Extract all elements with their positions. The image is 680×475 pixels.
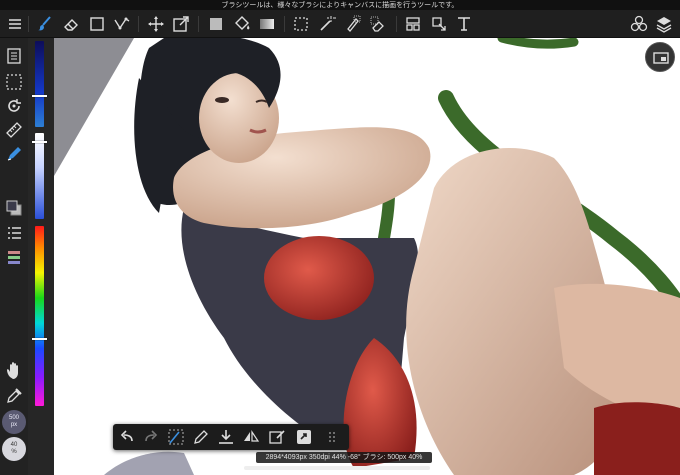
saturation-slider[interactable] bbox=[32, 133, 47, 219]
select-eraser-icon[interactable] bbox=[369, 15, 387, 33]
flip-icon[interactable] bbox=[242, 428, 260, 446]
page-icon[interactable] bbox=[4, 46, 24, 66]
medibang-app: ブラシツールは、様々なブラシによりキャンバスに描画を行うツールです。 500 p… bbox=[0, 0, 680, 475]
fill-color-icon[interactable] bbox=[207, 15, 225, 33]
edit-icon[interactable] bbox=[268, 428, 286, 446]
download-icon[interactable] bbox=[217, 428, 235, 446]
hand-icon[interactable] bbox=[4, 360, 24, 380]
bottom-toolbar bbox=[113, 424, 349, 450]
brush-opacity-bubble[interactable]: 40 % bbox=[2, 437, 26, 461]
hue-slider[interactable] bbox=[32, 226, 47, 406]
move-tool-icon[interactable] bbox=[147, 15, 165, 33]
rotate-square-icon[interactable] bbox=[295, 428, 313, 446]
saturation-slider-knob[interactable] bbox=[32, 141, 47, 143]
eyedropper-icon[interactable] bbox=[4, 386, 24, 406]
home-indicator bbox=[244, 466, 430, 470]
eraser-tool-icon[interactable] bbox=[62, 15, 80, 33]
redo-icon[interactable] bbox=[142, 428, 160, 446]
divider bbox=[396, 16, 397, 32]
layer-list-icon[interactable] bbox=[4, 224, 24, 244]
canvas-status-bar: 2894*4093px 350dpi 44% -68° ブラシ: 500px 4… bbox=[256, 452, 432, 463]
layers-icon[interactable] bbox=[655, 15, 673, 33]
canvas-shadow bbox=[54, 38, 134, 176]
brightness-slider[interactable] bbox=[32, 41, 47, 127]
divider bbox=[138, 16, 139, 32]
navigator-button[interactable] bbox=[645, 42, 675, 72]
transform-tool-icon[interactable] bbox=[172, 15, 190, 33]
artwork bbox=[54, 38, 680, 475]
panel-layout-icon[interactable] bbox=[404, 15, 422, 33]
pen-icon[interactable] bbox=[192, 428, 210, 446]
shape-tool-icon[interactable] bbox=[88, 15, 106, 33]
materials-icon[interactable] bbox=[630, 15, 648, 33]
bucket-tool-icon[interactable] bbox=[233, 15, 251, 33]
text-tool-icon[interactable] bbox=[455, 15, 473, 33]
magic-wand-icon[interactable] bbox=[318, 15, 336, 33]
brush-tool-icon[interactable] bbox=[36, 15, 54, 33]
ruler-icon[interactable] bbox=[4, 120, 24, 140]
select-tool-icon[interactable] bbox=[292, 15, 310, 33]
drawing-canvas[interactable] bbox=[54, 38, 680, 475]
select-pen-icon[interactable] bbox=[344, 15, 362, 33]
color-slider-panel bbox=[28, 38, 54, 475]
hue-slider-knob[interactable] bbox=[32, 338, 47, 340]
navigator-icon bbox=[653, 52, 669, 64]
bezier-tool-icon[interactable] bbox=[113, 15, 131, 33]
hamburger-menu-icon[interactable] bbox=[6, 15, 24, 33]
brush-size-bubble[interactable]: 500 px bbox=[2, 410, 26, 434]
copy-select-icon[interactable] bbox=[430, 15, 448, 33]
top-toolbar bbox=[0, 10, 680, 38]
divider bbox=[284, 16, 285, 32]
color-swatch-icon[interactable] bbox=[4, 198, 24, 218]
transform-selection-icon[interactable] bbox=[167, 428, 185, 446]
rotate-icon[interactable] bbox=[4, 96, 24, 116]
divider bbox=[28, 16, 29, 32]
grip-icon[interactable] bbox=[324, 428, 342, 446]
tool-hint-bar: ブラシツールは、様々なブラシによりキャンバスに描画を行うツールです。 bbox=[0, 0, 680, 10]
brightness-slider-knob[interactable] bbox=[32, 95, 47, 97]
gradient-tool-icon[interactable] bbox=[258, 15, 276, 33]
pen-icon[interactable] bbox=[4, 144, 24, 164]
divider bbox=[198, 16, 199, 32]
palette-icon[interactable] bbox=[4, 248, 24, 268]
undo-icon[interactable] bbox=[118, 428, 136, 446]
selection-icon[interactable] bbox=[4, 72, 24, 92]
